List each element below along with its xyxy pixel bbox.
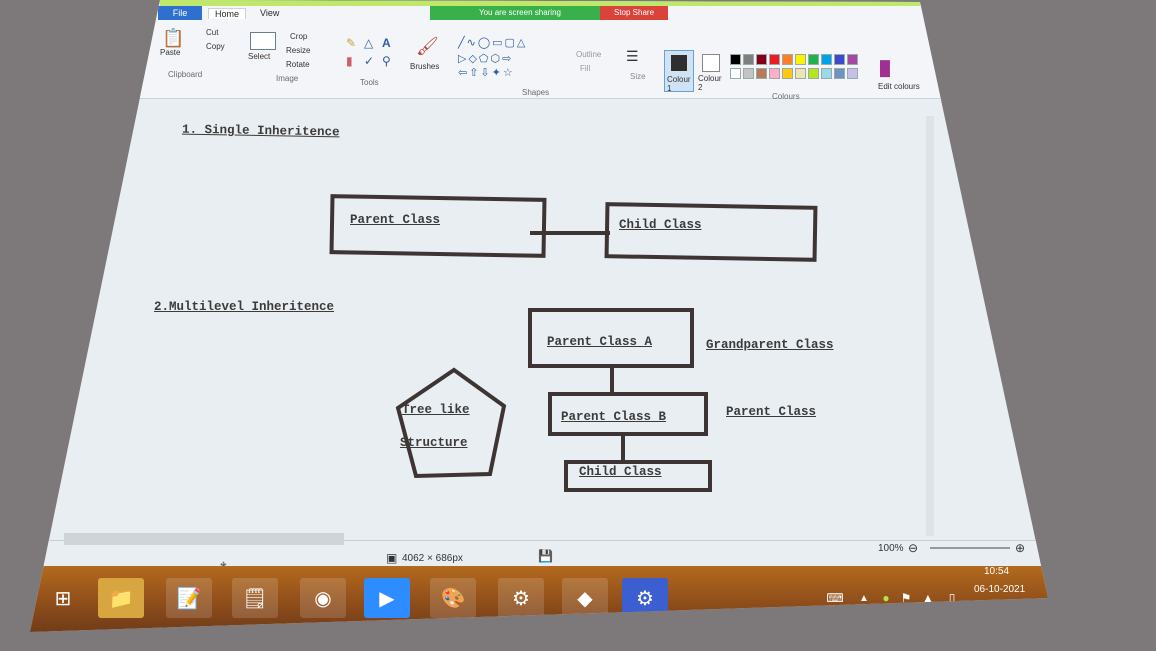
flag-icon[interactable]: ⚑ [896,578,916,618]
zoom-slider[interactable] [930,547,1010,549]
network-tray-icon[interactable]: ● [876,578,896,618]
file-explorer-icon[interactable]: 📁 [98,578,144,618]
selection-size-icon: ▣ [386,551,398,565]
zoom-out-icon[interactable]: ⊖ [908,541,918,555]
battery-icon[interactable]: ▯ [942,578,962,618]
settings-icon[interactable]: ⚙ [622,578,668,618]
child-label: Child Class [579,465,662,479]
image-dimensions: 4062 × 686px [402,553,463,564]
single-child-box [604,202,818,262]
store-icon[interactable]: ◆ [562,578,608,618]
keyboard-icon[interactable]: ⌨ [820,578,850,618]
clock-time[interactable]: 10:54 [984,566,1009,577]
single-connector [530,231,610,235]
tree-like-label: Tree like [402,403,470,417]
status-bar: ⌖ ▣ 4062 × 686px 💾 100% ⊖ ⊕ [40,533,1040,571]
paint-icon[interactable]: 🎨 [430,578,476,618]
windows-start-icon[interactable]: ⊞ [40,578,86,618]
windows-taskbar: ⊞ 📁 📝 🗒 ◉ ▶ 🎨 ⚙ ◆ ⚙ ⌨ ▲ ● ⚑ ▲ ▯ 10:54 06… [30,566,1048,632]
zoom-in-icon[interactable]: ⊕ [1015,541,1025,555]
grandparent-label: Grandparent Class [706,338,834,352]
signal-icon[interactable]: ▲ [918,578,938,618]
sticky-notes-icon[interactable]: 🗒 [232,578,278,618]
single-parent-label: Parent Class [350,213,441,227]
notes-icon[interactable]: 📝 [166,578,212,618]
single-child-label: Child Class [619,218,702,232]
file-size-icon: 💾 [538,549,553,563]
structure-label: Structure [400,436,468,450]
parent-class-label: Parent Class [726,405,817,419]
clock-date[interactable]: 06-10-2021 [974,584,1025,595]
horizontal-scrollbar[interactable] [64,533,344,545]
system-monitor-icon[interactable]: ⚙ [498,578,544,618]
tray-expand-icon[interactable]: ▲ [856,578,872,618]
connector-b-child [621,432,625,462]
heading-multilevel-inheritance: 2.Multilevel Inheritence [154,300,335,314]
zoom-level: 100% [878,543,904,554]
heading-single-inheritance: 1. Single Inheritence [181,122,340,140]
chrome-icon[interactable]: ◉ [300,578,346,618]
zoom-icon[interactable]: ▶ [364,578,410,618]
parent-b-label: Parent Class B [561,410,667,424]
projected-screen: File Home View You are screen sharing St… [30,0,1048,632]
pentagon-shape [395,367,507,479]
vertical-scrollbar[interactable] [926,116,934,536]
parent-a-label: Parent Class A [547,335,653,349]
